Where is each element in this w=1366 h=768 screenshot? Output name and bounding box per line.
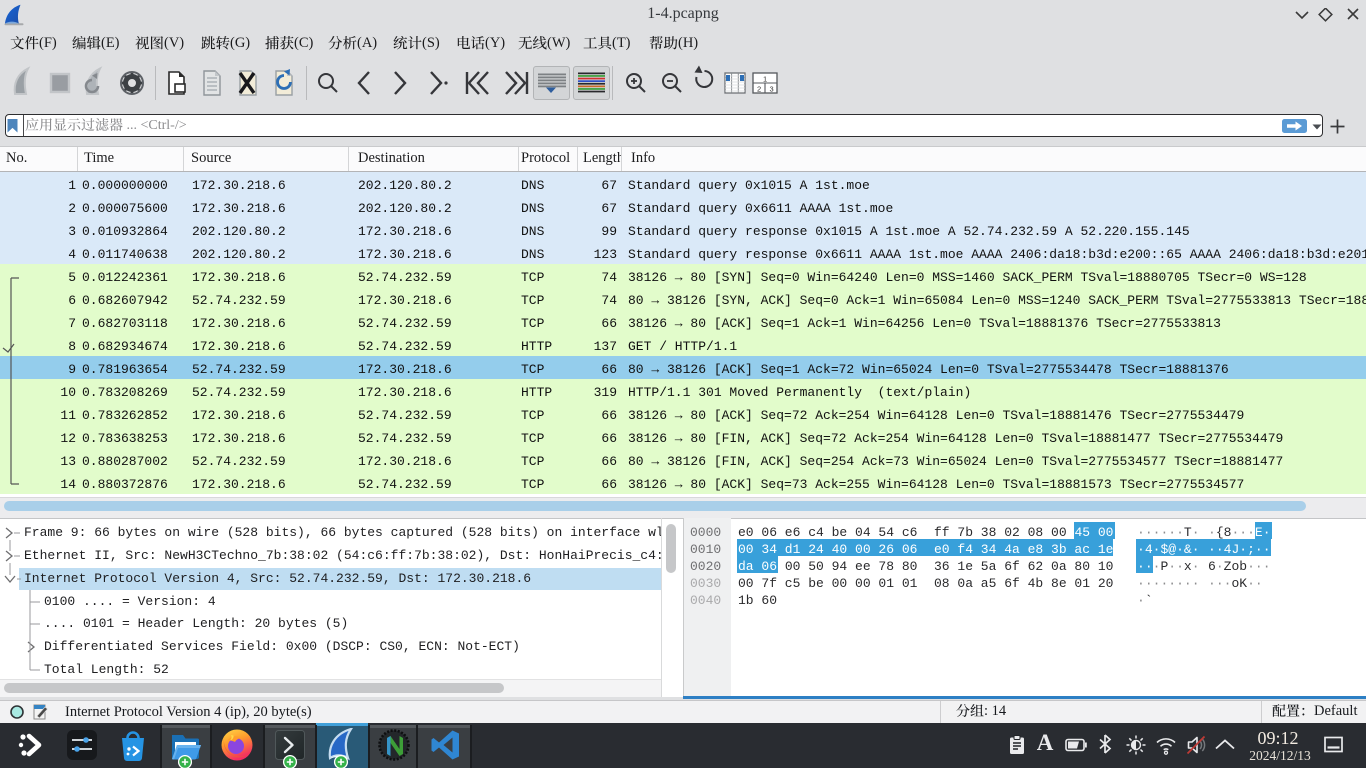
svg-text:1: 1 [763,75,767,84]
svg-text:3: 3 [770,85,774,94]
svg-text:2: 2 [757,85,761,94]
